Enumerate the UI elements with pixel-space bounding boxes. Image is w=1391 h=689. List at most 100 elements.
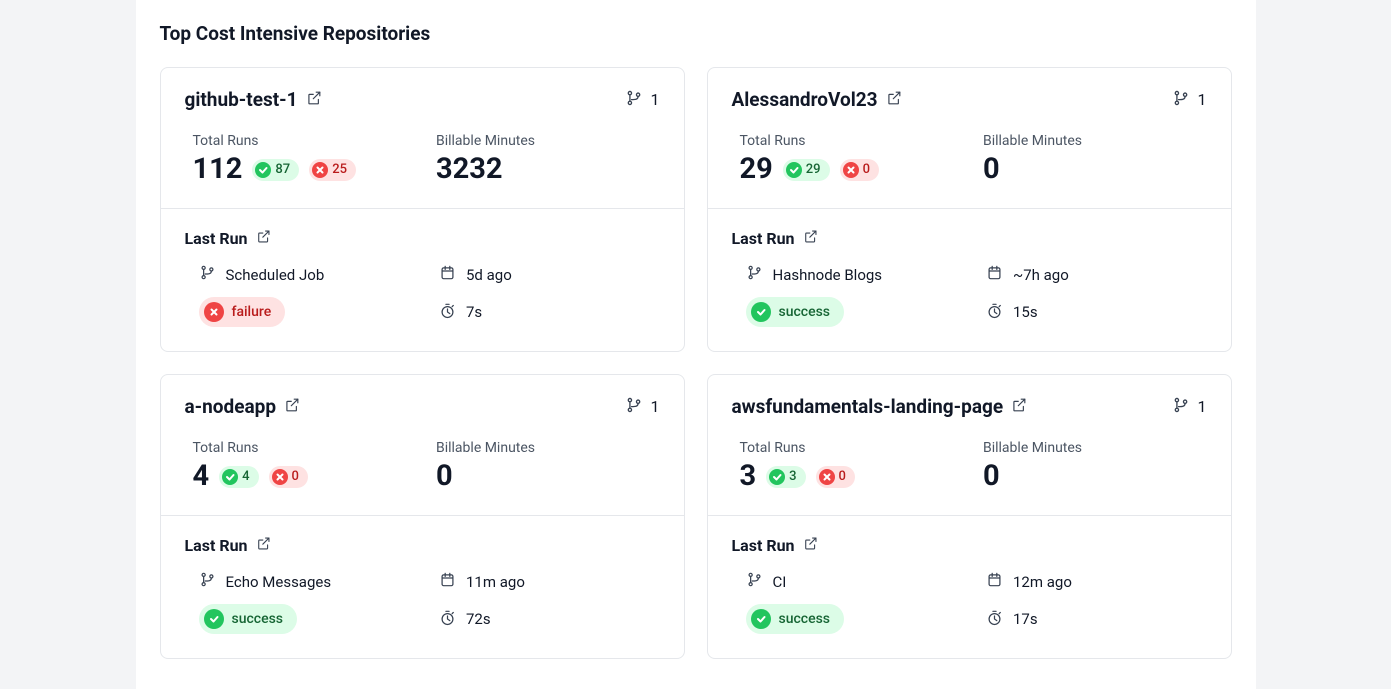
total-runs-stat: Total Runs440: [193, 440, 417, 491]
success-count-value: 29: [806, 162, 821, 177]
branch-icon: [1172, 89, 1190, 111]
branch-icon: [625, 89, 643, 111]
total-runs-value: 112: [193, 155, 243, 184]
total-runs-stat: Total Runs 29 29 0: [740, 133, 964, 184]
repo-card: AlessandroVol231Total Runs29290Billable …: [707, 67, 1232, 352]
x-icon: [312, 162, 328, 178]
last-run-link[interactable]: Last Run: [732, 229, 1207, 248]
workflow-text: Hashnode Blogs: [773, 266, 883, 284]
status-text: failure: [232, 304, 272, 320]
last-run-link[interactable]: Last Run: [185, 229, 660, 248]
last-run-label: Last Run: [732, 229, 795, 248]
repo-card: awsfundamentals-landing-page 1 Total Runs 3…: [707, 374, 1232, 659]
run-duration-text: 7s: [466, 303, 482, 321]
run-time-text: 5d ago: [466, 266, 512, 284]
x-icon: [272, 469, 288, 485]
total-runs-label: Total Runs: [193, 133, 417, 149]
failure-count-value: 25: [332, 162, 347, 177]
timer-icon: [439, 609, 456, 630]
check-icon: [255, 162, 271, 178]
branch-icon: [1172, 396, 1190, 418]
branch-count: 1: [1172, 396, 1207, 418]
run-time-text: 12m ago: [1013, 573, 1072, 591]
success-count-value: 3: [789, 469, 796, 484]
check-icon: [222, 469, 238, 485]
success-count-pill: 4: [219, 466, 258, 488]
failure-count-pill: 0: [816, 466, 855, 488]
last-run-label: Last Run: [185, 536, 248, 555]
x-icon: [819, 469, 835, 485]
last-run-label: Last Run: [185, 229, 248, 248]
branch-icon: [746, 264, 763, 285]
external-link-icon: [803, 229, 818, 248]
repo-card: github-test-1 1 Total Runs 112 87 25 Billable …: [160, 67, 685, 352]
success-count-pill: 3: [766, 466, 805, 488]
total-runs-label: Total Runs: [740, 133, 964, 149]
run-duration: 7s: [439, 302, 660, 323]
check-icon: [769, 469, 785, 485]
branch-count: 1: [625, 396, 660, 418]
total-runs-value: 4: [193, 462, 210, 491]
total-runs-label: Total Runs: [193, 440, 417, 456]
success-count-pill: 87: [252, 159, 299, 181]
run-duration-text: 15s: [1013, 303, 1038, 321]
total-runs-label: Total Runs: [740, 440, 964, 456]
success-count-value: 87: [275, 162, 290, 177]
run-time: 12m ago: [986, 571, 1207, 592]
repo-title-link[interactable]: AlessandroVol23: [732, 88, 902, 111]
status-chip: success: [746, 297, 845, 327]
branch-count-value: 1: [1198, 90, 1207, 109]
failure-count-value: 0: [839, 469, 846, 484]
billable-minutes-label: Billable Minutes: [436, 440, 660, 456]
billable-minutes-value: 0: [436, 462, 660, 491]
success-count-value: 4: [242, 469, 249, 484]
total-runs-value: 29: [740, 155, 773, 184]
repo-name: github-test-1: [185, 88, 298, 111]
calendar-icon: [986, 571, 1003, 592]
status-chip: success: [199, 604, 298, 634]
branch-count: 1: [1172, 89, 1207, 111]
workflow-name: Hashnode Blogs: [746, 264, 967, 285]
run-status: failure: [199, 297, 420, 327]
billable-minutes-stat: Billable Minutes 3232: [436, 133, 660, 184]
branch-icon: [199, 264, 216, 285]
last-run-link[interactable]: Last Run: [732, 536, 1207, 555]
run-duration-text: 72s: [466, 610, 491, 628]
total-runs-stat: Total Runs 112 87 25: [193, 133, 417, 184]
repo-title-link[interactable]: a-nodeapp: [185, 395, 301, 418]
failure-count-pill: 0: [840, 159, 879, 181]
workflow-text: CI: [773, 573, 787, 591]
run-duration-text: 17s: [1013, 610, 1038, 628]
calendar-icon: [439, 264, 456, 285]
external-link-icon: [256, 536, 271, 555]
check-icon: [751, 609, 771, 629]
branch-count-value: 1: [651, 90, 660, 109]
branch-count: 1: [625, 89, 660, 111]
workflow-name: Scheduled Job: [199, 264, 420, 285]
billable-minutes-stat: Billable Minutes0: [983, 133, 1207, 184]
repo-title-link[interactable]: awsfundamentals-landing-page: [732, 395, 1028, 418]
timer-icon: [986, 302, 1003, 323]
billable-minutes-value: 0: [983, 462, 1207, 491]
billable-minutes-label: Billable Minutes: [436, 133, 660, 149]
calendar-icon: [439, 571, 456, 592]
repo-card: a-nodeapp1Total Runs440Billable Minutes0…: [160, 374, 685, 659]
last-run-label: Last Run: [732, 536, 795, 555]
external-link-icon: [284, 395, 300, 418]
run-time: 11m ago: [439, 571, 660, 592]
status-chip: success: [746, 604, 845, 634]
external-link-icon: [1011, 395, 1027, 418]
billable-minutes-value: 3232: [436, 155, 660, 184]
run-duration: 72s: [439, 609, 660, 630]
timer-icon: [986, 609, 1003, 630]
external-link-icon: [803, 536, 818, 555]
failure-count-value: 0: [863, 162, 870, 177]
branch-count-value: 1: [1198, 397, 1207, 416]
last-run-link[interactable]: Last Run: [185, 536, 660, 555]
billable-minutes-value: 0: [983, 155, 1207, 184]
status-text: success: [779, 611, 831, 627]
success-count-pill: 29: [783, 159, 830, 181]
branch-icon: [746, 571, 763, 592]
run-time-text: 11m ago: [466, 573, 525, 591]
repo-title-link[interactable]: github-test-1: [185, 88, 322, 111]
